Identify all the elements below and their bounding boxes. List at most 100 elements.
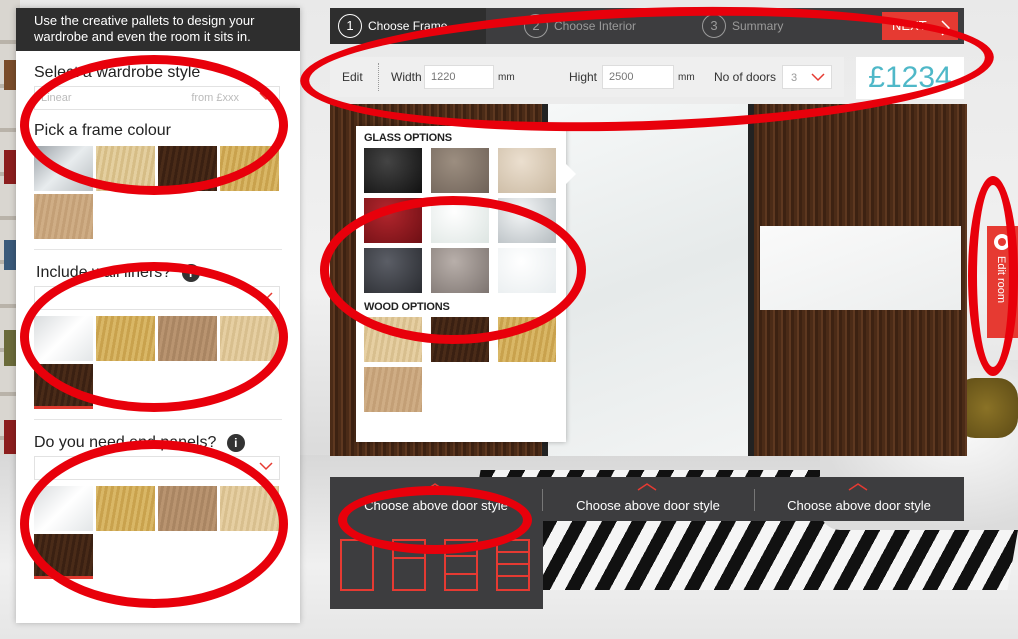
design-panel: Use the creative pallets to design your …	[16, 8, 300, 623]
next-button[interactable]: NEXT	[882, 12, 958, 40]
layout-two-panel-icon[interactable]	[392, 539, 426, 591]
wood-options-title: WOOD OPTIONS	[364, 301, 450, 313]
intro-line-2: wardrobe and even the room it sits in.	[34, 29, 251, 44]
height-label: Hight	[569, 70, 598, 84]
door-style-bar: Choose above door style Choose above doo…	[330, 477, 964, 521]
chevron-up-icon	[637, 483, 657, 491]
door-style-label: Choose above door style	[364, 498, 508, 513]
chevron-down-icon	[811, 72, 825, 82]
step-number: 2	[524, 14, 548, 38]
steps-bar: 1 Choose Frame 2 Choose Interior 3 Summary …	[330, 8, 964, 44]
wardrobe-style-title: Select a wardrobe style	[34, 64, 201, 81]
frame-colour-swatches	[34, 146, 284, 239]
wood-swatch-dark-walnut[interactable]	[431, 317, 489, 362]
wood-swatch-pale-oak[interactable]	[364, 367, 422, 412]
material-options-popover: GLASS OPTIONS WOOD OPTIONS	[356, 126, 576, 442]
swatch-gold-oak[interactable]	[96, 486, 155, 532]
wardrobe-style-price: from £xxx	[191, 92, 239, 104]
glass-swatch-white[interactable]	[431, 198, 489, 243]
swatch-dark-walnut[interactable]	[158, 146, 217, 191]
door-style-slot-1[interactable]: Choose above door style	[330, 477, 542, 521]
height-unit: mm	[678, 72, 695, 83]
swatch-white-mirror[interactable]	[34, 316, 93, 362]
panel-line	[446, 573, 476, 575]
step-label: Summary	[732, 19, 784, 33]
step-choose-frame[interactable]: 1 Choose Frame	[330, 8, 486, 44]
glass-swatch-red[interactable]	[364, 198, 422, 243]
info-icon[interactable]: i	[181, 264, 200, 282]
glass-options-grid	[364, 148, 564, 293]
frame-colour-title: Pick a frame colour	[34, 122, 171, 139]
wall-liners-swatches	[34, 316, 284, 410]
glass-swatch-grey[interactable]	[431, 248, 489, 293]
step-label: Choose Frame	[368, 19, 448, 33]
wardrobe-door-2[interactable]	[548, 104, 748, 456]
panel-line	[498, 563, 528, 565]
doors-label: No of doors	[714, 70, 777, 84]
glass-swatch-taupe[interactable]	[431, 148, 489, 193]
glass-swatch-beige[interactable]	[498, 148, 556, 193]
swatch-mirror-silver[interactable]	[34, 146, 93, 191]
layout-single-panel-icon[interactable]	[340, 539, 374, 591]
swatch-light-oak[interactable]	[96, 146, 155, 191]
glass-swatch-silver[interactable]	[498, 198, 556, 243]
swatch-light-oak[interactable]	[220, 316, 279, 362]
wall-liners-value: 4	[41, 292, 48, 305]
edit-room-tab[interactable]: Edit room	[987, 226, 1018, 338]
swatch-dark-walnut[interactable]	[34, 534, 93, 580]
book	[4, 150, 16, 184]
wood-swatch-light-oak[interactable]	[364, 317, 422, 362]
door-style-label: Choose above door style	[576, 498, 720, 513]
swatch-medium-oak[interactable]	[158, 316, 217, 362]
step-number: 1	[338, 14, 362, 38]
glass-options-title: GLASS OPTIONS	[364, 132, 452, 144]
door-style-slot-2[interactable]: Choose above door style	[542, 477, 754, 521]
end-panels-select[interactable]	[34, 456, 280, 481]
step-choose-interior[interactable]: 2 Choose Interior	[524, 8, 636, 44]
panel-line	[498, 551, 528, 553]
swatch-dark-walnut[interactable]	[34, 364, 93, 410]
wood-options-grid	[364, 317, 564, 412]
chevron-up-icon	[848, 483, 868, 491]
width-input[interactable]	[424, 65, 494, 89]
price-display: £1234	[856, 57, 964, 99]
swatch-white-mirror[interactable]	[34, 486, 93, 532]
panel-line	[394, 557, 424, 559]
glass-swatch-frost[interactable]	[498, 248, 556, 293]
wall-liners-select[interactable]: 4	[34, 286, 280, 311]
edit-room-label: Edit room	[995, 256, 1007, 304]
chevron-right-icon	[940, 18, 951, 46]
width-label: Width	[391, 70, 422, 84]
height-input[interactable]	[602, 65, 674, 89]
doors-select[interactable]: 3	[782, 65, 832, 89]
swatch-gold-oak[interactable]	[220, 146, 279, 191]
wardrobe-style-select[interactable]: Linear from £xxx	[34, 86, 280, 110]
door-layout-options	[330, 521, 543, 609]
swatch-pale-oak[interactable]	[34, 194, 93, 239]
glass-swatch-charcoal[interactable]	[364, 248, 422, 293]
layout-four-panel-icon[interactable]	[496, 539, 530, 591]
book	[4, 60, 16, 90]
door-style-slot-3[interactable]: Choose above door style	[754, 477, 964, 521]
step-summary[interactable]: 3 Summary	[702, 8, 783, 44]
doors-value: 3	[791, 72, 798, 84]
panel-line	[446, 555, 476, 557]
wardrobe-style-value: Linear	[41, 92, 72, 104]
swatch-gold-oak[interactable]	[96, 316, 155, 362]
swatch-medium-oak[interactable]	[158, 486, 217, 532]
chevron-down-icon	[259, 91, 273, 101]
wood-swatch-gold-oak[interactable]	[498, 317, 556, 362]
eye-icon	[994, 234, 1010, 250]
book	[4, 330, 16, 366]
chevron-up-icon	[425, 483, 445, 491]
chevron-down-icon	[259, 291, 273, 301]
dimensions-edit-bar: Edit Width mm Hight mm No of doors 3	[330, 57, 844, 97]
layout-three-panel-icon[interactable]	[444, 539, 478, 591]
edit-label: Edit	[342, 70, 363, 84]
chevron-down-icon	[259, 461, 273, 471]
swatch-light-oak[interactable]	[220, 486, 279, 532]
door-style-label: Choose above door style	[787, 498, 931, 513]
glass-swatch-black[interactable]	[364, 148, 422, 193]
info-icon[interactable]: i	[226, 434, 245, 453]
wardrobe-door-3[interactable]	[754, 104, 967, 456]
